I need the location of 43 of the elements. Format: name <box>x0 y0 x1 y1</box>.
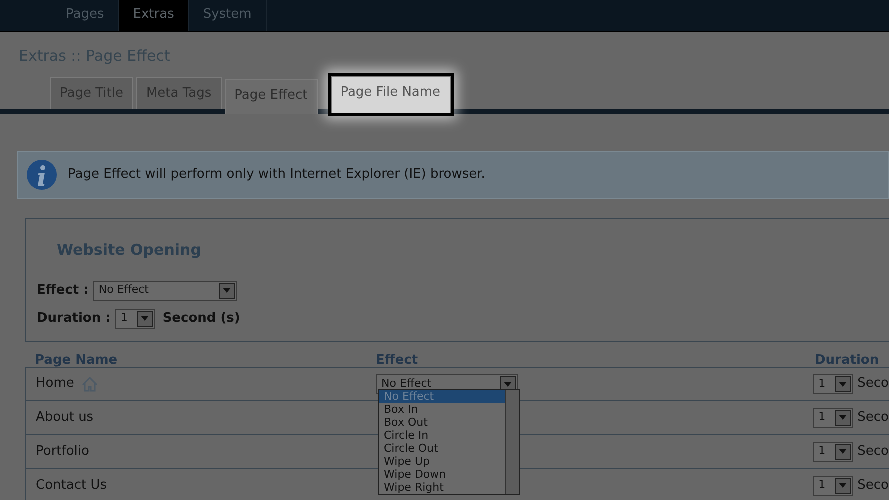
column-header: Duration <box>815 355 880 367</box>
nav-tab[interactable]: Extras <box>119 0 190 31</box>
nav-tab[interactable]: System <box>189 0 267 31</box>
caret-icon <box>834 410 851 426</box>
table-cell-text: About us <box>36 408 94 427</box>
field-label: Effect : <box>37 282 89 300</box>
dropdown-option[interactable]: Circle In <box>379 429 505 442</box>
dropdown-option[interactable]: No Effect <box>379 390 505 403</box>
duration-select[interactable]: 1 <box>812 408 853 428</box>
caret-icon <box>218 282 235 298</box>
column-header: Effect <box>376 355 420 367</box>
tab[interactable]: Page File Name <box>330 76 451 113</box>
dropdown-option[interactable]: Wipe Down <box>379 468 505 481</box>
table-cell-text: Home <box>36 375 74 394</box>
dropdown-option[interactable]: Box Out <box>379 416 505 429</box>
duration-select[interactable]: 1 <box>114 308 155 328</box>
dropdown-option[interactable]: Wipe Up <box>379 455 505 468</box>
caret-icon <box>834 478 851 494</box>
caret-icon <box>834 376 851 392</box>
scrollbar[interactable] <box>505 390 519 494</box>
info-icon <box>26 159 58 191</box>
home-icon <box>82 376 98 392</box>
column-header: Page Name <box>34 355 119 367</box>
table-cell-text: Portfolio <box>36 442 90 461</box>
unit-label: Seco <box>858 375 889 394</box>
field-label: Duration : <box>37 310 111 328</box>
section-title: Website Opening <box>57 240 202 261</box>
caret-icon <box>834 444 851 460</box>
table-cell-text: Contact Us <box>36 476 107 495</box>
unit-label: Seco <box>858 476 889 495</box>
dropdown-option[interactable]: Wipe Right <box>379 481 505 494</box>
effect-select[interactable]: No Effect <box>92 280 237 300</box>
dropdown-option[interactable]: Circle Out <box>379 442 505 455</box>
duration-select[interactable]: 1 <box>812 442 853 462</box>
unit-label: Seco <box>858 442 889 461</box>
info-text: Page Effect will perform only with Internet Explorer (IE) browser. <box>68 166 486 184</box>
duration-select[interactable]: 1 <box>812 374 853 394</box>
unit-label: Second (s) <box>162 310 240 328</box>
caret-icon <box>136 310 153 326</box>
dropdown-option[interactable]: Box In <box>379 403 505 416</box>
tab[interactable]: Page Effect <box>224 79 318 114</box>
duration-select[interactable]: 1 <box>812 476 853 496</box>
unit-label: Seco <box>858 408 889 427</box>
